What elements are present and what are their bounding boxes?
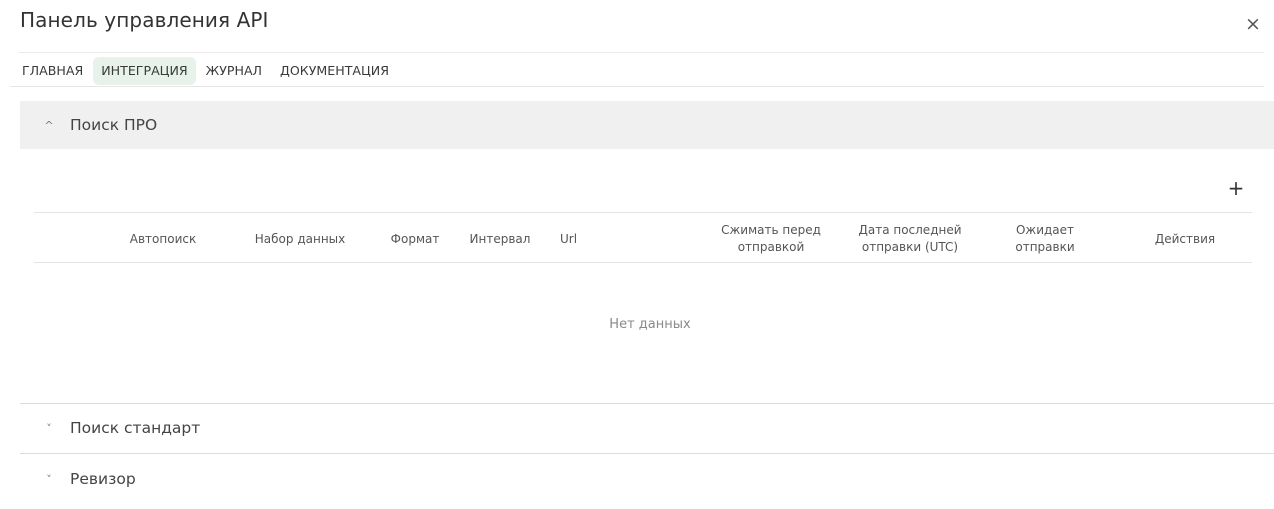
tabs-divider [10,86,1264,87]
plus-icon: + [1227,176,1245,200]
section-title: Ревизор [70,470,136,488]
chevron-down-icon: ˅ [46,421,52,435]
column-header-compress[interactable]: Сжимать перед отправкой [706,216,836,262]
section-title: Поиск ПРО [70,116,158,134]
column-header-dataset[interactable]: Набор данных [238,216,362,262]
column-header-interval[interactable]: Интервал [455,216,545,262]
column-header-autosearch[interactable]: Автопоиск [100,216,226,262]
column-header-url[interactable]: Url [560,216,620,262]
close-icon: × [1245,13,1261,35]
close-button[interactable]: × [1243,13,1263,35]
add-button[interactable]: + [1226,176,1246,200]
chevron-down-icon: ˅ [46,472,52,486]
section-header-search-standard[interactable]: ˅ Поиск стандарт [20,405,1274,451]
dialog-title: Панель управления API [20,8,269,32]
column-header-last-sent-date[interactable]: Дата последней отправки (UTC) [840,216,980,262]
section-title: Поиск стандарт [70,419,201,437]
tab-integration[interactable]: ИНТЕГРАЦИЯ [93,56,196,85]
chevron-up-icon: ^ [44,118,54,132]
column-header-pending[interactable]: Ожидает отправки [1000,216,1090,262]
empty-state-text: Нет данных [609,317,691,332]
column-header-actions[interactable]: Действия [1130,216,1240,262]
table-header-border [34,262,1252,263]
tab-documentation[interactable]: ДОКУМЕНТАЦИЯ [272,57,397,85]
section-header-auditor[interactable]: ˅ Ревизор [20,456,1274,502]
section-header-search-pro[interactable]: ^ Поиск ПРО [20,101,1274,149]
section-divider [20,403,1274,404]
column-header-format[interactable]: Формат [380,216,450,262]
tab-main[interactable]: ГЛАВНАЯ [14,57,91,85]
section-divider [20,453,1274,454]
table-top-border [34,212,1252,213]
tab-bar: ГЛАВНАЯ ИНТЕГРАЦИЯ ЖУРНАЛ ДОКУМЕНТАЦИЯ [14,55,399,86]
header-divider [18,52,1264,53]
tab-journal[interactable]: ЖУРНАЛ [198,57,270,85]
